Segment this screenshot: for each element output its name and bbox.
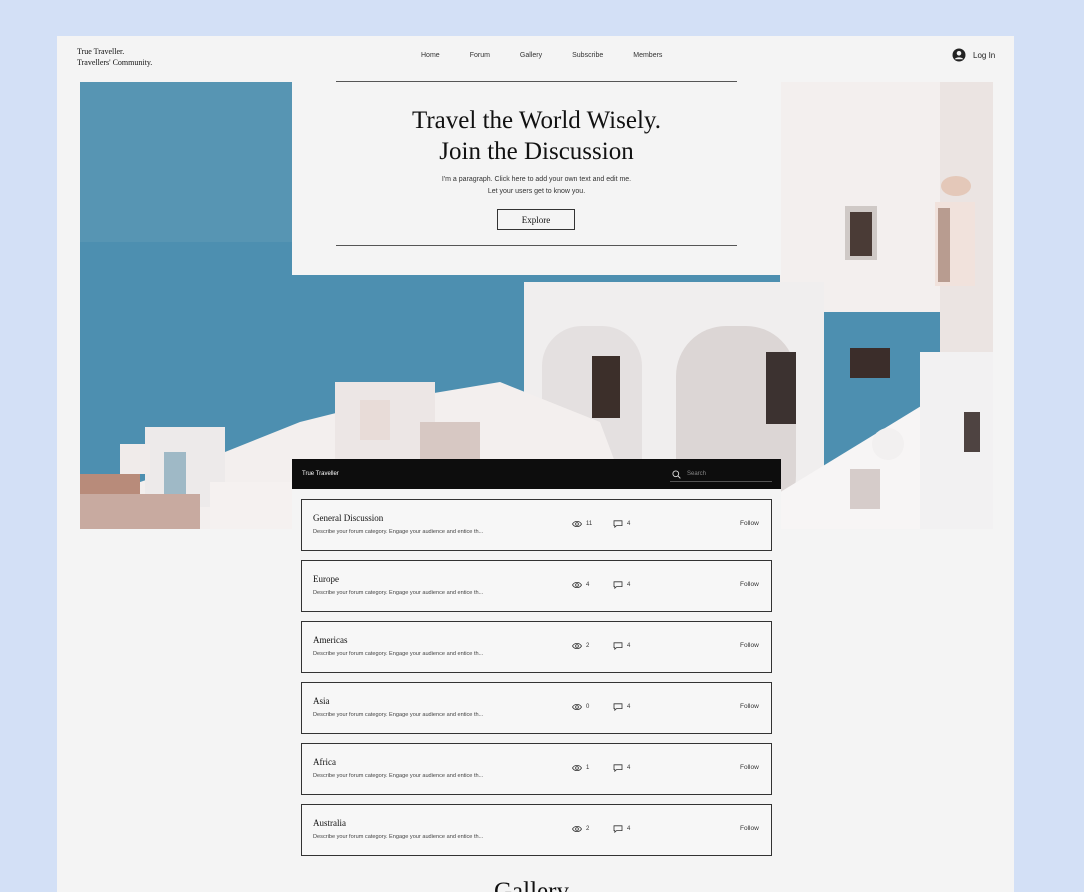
brand-logo[interactable]: True Traveller. Travellers' Community. (77, 46, 152, 68)
category-description: Describe your forum category. Engage you… (313, 773, 484, 779)
category-description: Describe your forum category. Engage you… (313, 712, 484, 718)
posts-value: 4 (627, 521, 631, 527)
posts-count: 4 (613, 703, 630, 711)
forum-search[interactable]: Search (670, 467, 772, 482)
comment-icon (613, 520, 623, 528)
comment-icon (613, 642, 623, 650)
hero-paragraph-line-2: Let your users get to know you. (487, 188, 586, 195)
views-value: 2 (586, 643, 590, 649)
category-name[interactable]: Europe (313, 574, 339, 584)
nav-forum[interactable]: Forum (470, 52, 490, 59)
login-label: Log In (973, 50, 996, 60)
forum-category[interactable]: Europe Describe your forum category. Eng… (301, 560, 772, 612)
category-name[interactable]: Americas (313, 635, 347, 645)
forum-title[interactable]: True Traveller (302, 471, 339, 477)
search-input[interactable]: Search (687, 471, 706, 477)
posts-count: 4 (613, 642, 630, 650)
hero-paragraph-line-1: I'm a paragraph. Click here to add your … (441, 176, 632, 183)
views-value: 11 (586, 521, 593, 527)
nav-home[interactable]: Home (421, 52, 440, 59)
category-description: Describe your forum category. Engage you… (313, 834, 484, 840)
brand-line-1: True Traveller. (77, 47, 125, 56)
posts-count: 4 (613, 825, 630, 833)
search-icon (672, 469, 681, 479)
posts-value: 4 (627, 826, 631, 832)
category-description: Describe your forum category. Engage you… (313, 529, 484, 535)
views-value: 2 (586, 826, 590, 832)
nav-gallery[interactable]: Gallery (520, 52, 542, 59)
eye-icon (572, 581, 582, 589)
posts-count: 4 (613, 581, 630, 589)
posts-value: 4 (627, 582, 631, 588)
follow-button[interactable]: Follow (740, 825, 759, 832)
category-name[interactable]: Asia (313, 696, 330, 706)
views-count: 2 (572, 825, 589, 833)
follow-button[interactable]: Follow (740, 520, 759, 527)
category-description: Describe your forum category. Engage you… (313, 590, 484, 596)
posts-count: 4 (613, 764, 630, 772)
follow-button[interactable]: Follow (740, 703, 759, 710)
category-name[interactable]: Australia (313, 818, 346, 828)
website-page: True Traveller. Travellers' Community. H… (57, 36, 1014, 892)
forum-category[interactable]: Asia Describe your forum category. Engag… (301, 682, 772, 734)
views-value: 1 (586, 765, 590, 771)
eye-icon (572, 825, 582, 833)
posts-value: 4 (627, 765, 631, 771)
hero-title-line-1: Travel the World Wisely. (411, 107, 662, 134)
views-count: 0 (572, 703, 589, 711)
nav-subscribe[interactable]: Subscribe (572, 52, 603, 59)
comment-icon (613, 825, 623, 833)
forum-category[interactable]: Australia Describe your forum category. … (301, 804, 772, 856)
hero-title-line-2: Join the Discussion (439, 138, 634, 165)
eye-icon (572, 764, 582, 772)
eye-icon (572, 703, 582, 711)
hero-title: Travel the World Wisely. Join the Discus… (292, 105, 781, 167)
eye-icon (572, 520, 582, 528)
category-name[interactable]: General Discussion (313, 513, 383, 523)
forum-widget: True Traveller Search General Discussion… (292, 459, 781, 864)
login-button[interactable]: Log In (952, 48, 995, 62)
posts-count: 4 (613, 520, 630, 528)
user-circle-icon (952, 48, 966, 62)
follow-button[interactable]: Follow (740, 581, 759, 588)
follow-button[interactable]: Follow (740, 642, 759, 649)
forum-category[interactable]: General Discussion Describe your forum c… (301, 499, 772, 551)
eye-icon (572, 642, 582, 650)
views-count: 1 (572, 764, 589, 772)
nav-members[interactable]: Members (633, 52, 662, 59)
forum-category[interactable]: Americas Describe your forum category. E… (301, 621, 772, 673)
views-value: 0 (586, 704, 590, 710)
brand-line-2: Travellers' Community. (77, 58, 153, 67)
hero-card: Travel the World Wisely. Join the Discus… (292, 81, 781, 275)
gallery-heading: Gallery (494, 878, 569, 892)
forum-header: True Traveller Search (292, 459, 781, 489)
comment-icon (613, 581, 623, 589)
views-count: 2 (572, 642, 589, 650)
views-value: 4 (586, 582, 590, 588)
follow-button[interactable]: Follow (740, 764, 759, 771)
explore-button[interactable]: Explore (497, 209, 575, 230)
hero-divider-bottom (336, 245, 737, 246)
forum-category[interactable]: Africa Describe your forum category. Eng… (301, 743, 772, 795)
views-count: 11 (572, 520, 592, 528)
comment-icon (613, 703, 623, 711)
category-description: Describe your forum category. Engage you… (313, 651, 484, 657)
main-nav: Home Forum Gallery Subscribe Members (421, 52, 692, 59)
views-count: 4 (572, 581, 589, 589)
posts-value: 4 (627, 643, 631, 649)
comment-icon (613, 764, 623, 772)
posts-value: 4 (627, 704, 631, 710)
category-name[interactable]: Africa (313, 757, 336, 767)
hero-divider-top (336, 81, 737, 82)
hero-paragraph: I'm a paragraph. Click here to add your … (292, 174, 781, 198)
